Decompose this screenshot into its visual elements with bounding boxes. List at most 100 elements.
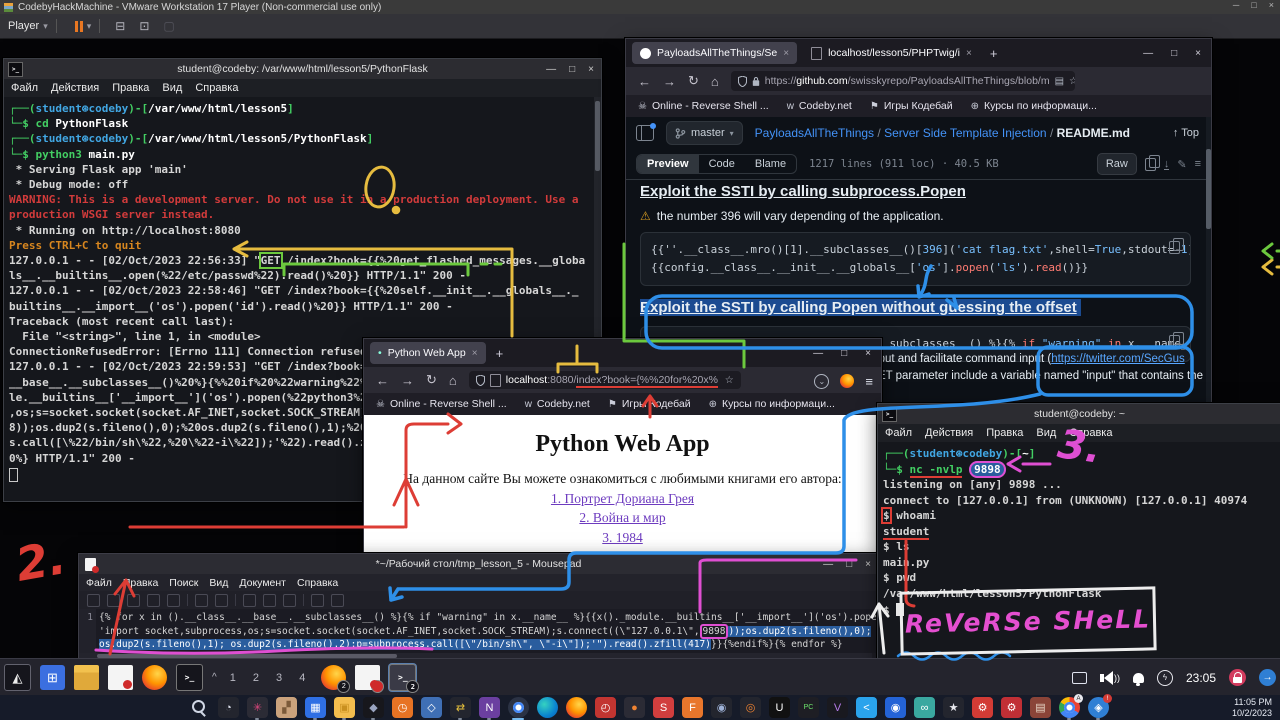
screen-lock-icon[interactable] [1229,669,1246,686]
close-button[interactable]: × [1269,0,1274,10]
menu-правка[interactable]: Правка [123,577,158,589]
bookmark-item[interactable]: ☠Online - Reverse Shell ... [376,398,507,410]
menu-справка[interactable]: Справка [195,82,238,94]
forward-button[interactable]: → [401,373,414,388]
find-icon[interactable] [311,594,324,607]
timer-app-icon[interactable]: ◴ [595,697,616,718]
terminal-icon[interactable]: >_ [176,664,203,691]
window-controls[interactable]: — □ × [813,339,871,367]
notifications-bell-icon[interactable] [1133,673,1144,683]
window-controls[interactable]: —□× [823,554,871,574]
fl-app-icon[interactable]: ● [624,697,645,718]
tab-payloadsallthethings[interactable]: PayloadsAllTheThings/Se × [632,42,797,64]
bookmark-item[interactable]: ☠Online - Reverse Shell ... [638,100,769,112]
breadcrumb-item[interactable]: Server Side Template Injection [884,126,1047,140]
terminal-output[interactable]: ┌──(student⊛codeby)-[~]└─$ nc -nvlp 9898… [878,442,1280,660]
reload-button[interactable]: ↻ [426,372,437,388]
branch-selector[interactable]: master ▾ [666,121,743,145]
volume-icon[interactable]: )) [1100,671,1120,685]
menu-icon[interactable]: ≡ [865,374,873,389]
menu-правка[interactable]: Правка [112,82,149,94]
blender-icon[interactable]: ◎ [740,697,761,718]
maximize-button[interactable]: □ [1251,0,1256,10]
slack-app-icon[interactable]: ✳ [247,697,268,718]
windows-clock[interactable]: 11:05 PM 10/2/2023 [1232,697,1272,718]
window-controls[interactable]: —□× [1143,39,1201,67]
url-bar[interactable]: localhost:8080/index?book={%%20for%20x% … [469,371,741,389]
pause-button[interactable] [75,21,83,32]
open-icon[interactable] [107,594,120,607]
vscode-icon[interactable]: < [856,697,877,718]
tab-close-icon[interactable]: × [966,48,972,59]
sidebar-toggle-icon[interactable] [636,125,654,141]
reload-button[interactable]: ↻ [688,73,699,89]
paste-icon[interactable] [283,594,296,607]
firefox-account-icon[interactable] [840,374,854,388]
maximize-button[interactable]: □ [841,348,847,359]
menu-действия[interactable]: Действия [925,427,973,439]
book-link[interactable]: 3. 1984 [364,530,881,546]
chrome-profile-icon[interactable]: A [1059,697,1080,718]
minimize-button[interactable]: ─ [1233,0,1239,10]
copy-icon[interactable] [263,594,276,607]
menu-файл[interactable]: Файл [885,427,912,439]
tab-close-icon[interactable]: × [783,48,789,59]
vmware-toolbar-icons[interactable]: ⊟⊡▢ [108,19,181,33]
f-app-icon[interactable]: F [682,697,703,718]
outline-icon[interactable]: ≡ [1195,158,1201,170]
redo-icon[interactable] [215,594,228,607]
session-icon[interactable]: → [1259,669,1276,686]
close-button[interactable]: × [865,348,871,359]
globe-app-icon[interactable]: ◉ [711,697,732,718]
cut-icon[interactable] [243,594,256,607]
s-app-icon[interactable]: S [653,697,674,718]
edge-icon[interactable] [537,697,558,718]
back-button[interactable]: ← [376,373,389,388]
home-button[interactable]: ⌂ [449,373,457,388]
copy-icon[interactable] [1169,241,1180,254]
menu-файл[interactable]: Файл [86,577,112,589]
view-tab-blame[interactable]: Blame [745,155,796,173]
raw-button[interactable]: Raw [1097,153,1137,175]
breadcrumb-item[interactable]: README.md [1057,126,1130,140]
firefox-icon[interactable] [566,697,587,718]
bookmark-item[interactable]: wCodeby.net [787,100,852,112]
menu-поиск[interactable]: Поиск [169,577,198,589]
bookmark-item[interactable]: ⚑Игры Кодебай [608,398,691,410]
bookmark-item[interactable]: ⊕Курсы по информаци... [709,398,835,410]
terminal-titlebar[interactable]: >_ student@codeby: /var/www/html/lesson5… [4,59,601,79]
pycharm-icon[interactable]: PC [798,697,819,718]
reader-view-icon[interactable]: ▤ [1055,76,1064,87]
forward-button[interactable]: → [663,74,676,89]
alarm-app-icon[interactable]: ◷ [392,697,413,718]
player-caret-icon[interactable]: ▾ [43,21,48,32]
start-icon[interactable] [160,697,181,718]
mousepad-titlebar[interactable]: *~/Рабочий стол/tmp_lesson_5 - Mousepad … [79,554,878,574]
menu-вид[interactable]: Вид [162,82,182,94]
bookmark-star-icon[interactable]: ☆ [725,375,734,386]
chrome-icon[interactable] [508,697,529,718]
vmware-tool-icon[interactable]: ▢ [163,19,174,33]
close-button[interactable]: × [865,559,871,570]
save-icon[interactable] [127,594,140,607]
menu-файл[interactable]: Файл [11,82,38,94]
minimize-button[interactable]: — [823,559,833,570]
minimize-button[interactable]: — [546,64,556,75]
window-list-icon[interactable] [1072,672,1087,684]
obsidian-app-icon[interactable]: ◆ [363,697,384,718]
kali-menu-icon[interactable]: ◭ [4,664,31,691]
copy-icon[interactable] [1145,158,1156,171]
url-bar[interactable]: https://github.com/swisskyrepo/PayloadsA… [731,71,1075,91]
download-icon[interactable]: ↓ [1164,159,1170,170]
mousepad-window-button[interactable] [355,665,380,690]
power-icon[interactable]: ϟ [1157,670,1173,686]
bookmark-item[interactable]: ⚑Игры Кодебай [870,100,953,112]
mousepad-icon[interactable] [108,665,133,690]
minimize-button[interactable]: — [1143,48,1153,59]
player-menu[interactable]: Player [8,20,39,32]
save-as-icon[interactable] [147,594,160,607]
minimize-button[interactable]: — [813,348,823,359]
close-icon[interactable] [167,594,180,607]
menu-вид[interactable]: Вид [1036,427,1056,439]
maps-app-icon[interactable]: ◉ [885,697,906,718]
